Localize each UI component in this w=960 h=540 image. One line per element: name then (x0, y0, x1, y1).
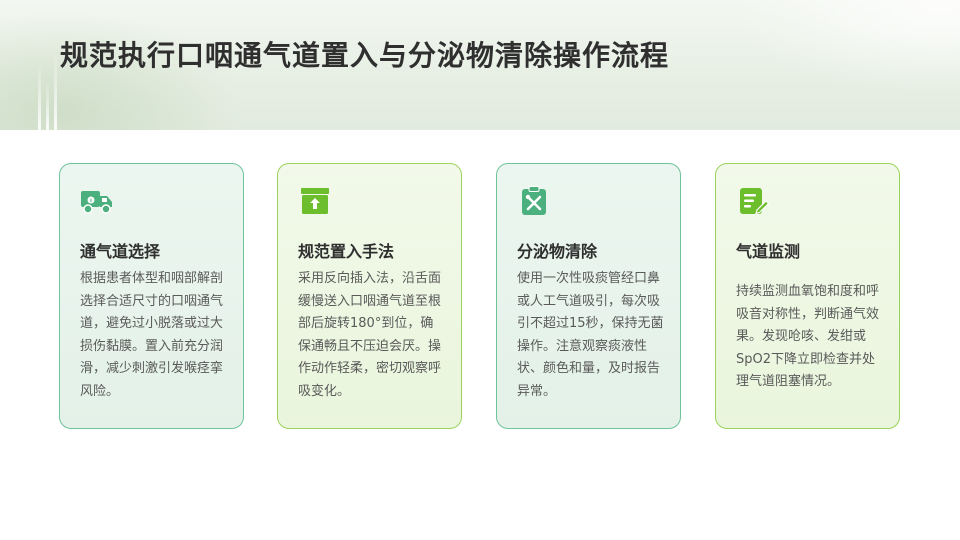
card-secretion-clearance: 分泌物清除 使用一次性吸痰管经口鼻或人工气道吸引，每次吸引不超过15秒，保持无菌… (496, 163, 681, 429)
truck-icon: ¥ (81, 191, 112, 214)
slide-title: 规范执行口咽通气道置入与分泌物清除操作流程 (60, 39, 670, 72)
card-heading: 规范置入手法 (298, 242, 395, 261)
card-body: 采用反向插入法，沿舌面缓慢送入口咽通气道至根部后旋转180°到位，确保通畅且不压… (298, 271, 442, 399)
card-body: 根据患者体型和咽部解剖选择合适尺寸的口咽通气道，避免过小脱落或过大损伤黏膜。置入… (80, 271, 224, 399)
card-heading: 分泌物清除 (517, 242, 598, 261)
card-insertion-technique: 规范置入手法 采用反向插入法，沿舌面缓慢送入口咽通气道至根部后旋转180°到位，… (277, 163, 462, 429)
card-heading: 气道监测 (736, 242, 801, 261)
card-heading: 通气道选择 (80, 242, 161, 261)
card-airway-monitoring: 气道监测 持续监测血氧饱和度和呼吸音对称性，判断通气效果。发现呛咳、发绀或SpO… (715, 163, 900, 429)
card-airway-selection: ¥ 通气道选择 根据患者体型和咽部解剖选择合适尺寸的口咽通气道，避免过小脱落或过… (59, 163, 244, 429)
box-upload-icon (301, 188, 329, 214)
svg-text:¥: ¥ (89, 199, 92, 205)
tools-icon (522, 186, 546, 215)
decorative-stem (54, 50, 57, 130)
card-body: 持续监测血氧饱和度和呼吸音对称性，判断通气效果。发现呛咳、发绀或SpO2下降立即… (736, 284, 880, 389)
card-body: 使用一次性吸痰管经口鼻或人工气道吸引，每次吸引不超过15秒，保持无菌操作。注意观… (517, 271, 664, 399)
decorative-stem (46, 80, 49, 130)
decorative-stem (38, 60, 41, 130)
document-edit-icon (740, 188, 770, 215)
